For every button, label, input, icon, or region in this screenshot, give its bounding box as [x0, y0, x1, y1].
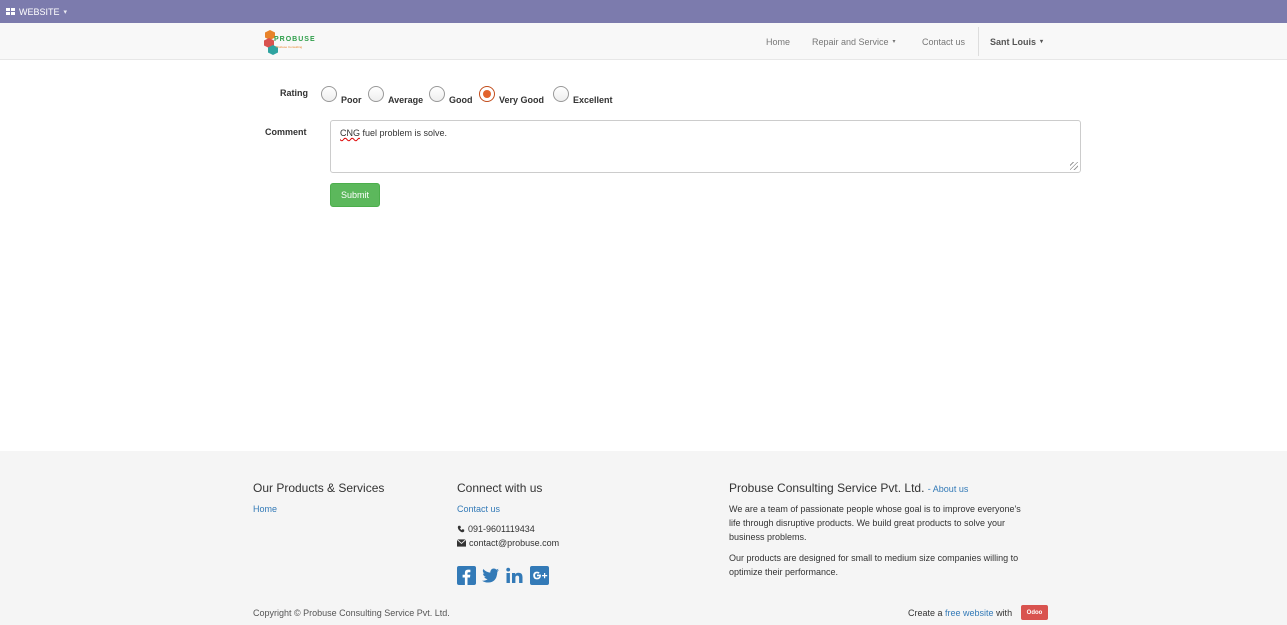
- chevron-down-icon: ▾: [63, 8, 68, 16]
- rating-radio-poor[interactable]: [321, 86, 337, 102]
- resize-handle-icon[interactable]: [1070, 162, 1078, 170]
- footer-about-line: optimize their performance.: [729, 567, 839, 577]
- linkedin-icon[interactable]: [505, 566, 524, 585]
- website-menu[interactable]: WEBSITE ▾: [0, 0, 1287, 23]
- google-plus-icon[interactable]: [530, 566, 549, 585]
- footer-phone: 091-9601119434: [457, 522, 535, 536]
- comment-label: Comment: [265, 127, 307, 137]
- footer-create-suffix: with: [993, 608, 1013, 618]
- footer-copyright: Copyright © Probuse Consulting Service P…: [253, 608, 450, 618]
- rating-label: Rating: [280, 88, 308, 98]
- navbar: PROBUSE Probuse Consulting Home Repair a…: [0, 23, 1287, 60]
- chevron-down-icon: ▾: [892, 39, 896, 45]
- footer-about-paragraph-2: Our products are designed for small to m…: [729, 551, 1018, 579]
- footer-about-paragraph-1: We are a team of passionate people whose…: [729, 502, 1021, 544]
- rating-option-excellent: Excellent: [573, 95, 613, 105]
- nav-contact-us[interactable]: Contact us: [922, 23, 965, 60]
- rating-radio-very-good[interactable]: [479, 86, 495, 102]
- odoo-badge[interactable]: Odoo: [1021, 605, 1048, 620]
- phone-icon: [457, 525, 465, 533]
- rating-radio-good[interactable]: [429, 86, 445, 102]
- comment-textarea[interactable]: CNG fuel problem is solve.: [330, 120, 1081, 173]
- footer-products-heading: Our Products & Services: [253, 481, 385, 495]
- nav-divider: [978, 27, 979, 56]
- rating-option-average: Average: [388, 95, 424, 105]
- footer-email-address: contact@probuse.com: [469, 538, 560, 548]
- probuse-logo[interactable]: PROBUSE Probuse Consulting: [262, 28, 322, 56]
- nav-repair-label: Repair and Service: [812, 36, 889, 47]
- footer-connect-heading: Connect with us: [457, 481, 543, 495]
- nav-contact-label: Contact us: [922, 36, 966, 47]
- submit-button[interactable]: Submit: [330, 183, 380, 207]
- logo-subtext: Probuse Consulting: [276, 45, 303, 49]
- footer-link-contact-us[interactable]: Contact us: [457, 504, 500, 514]
- footer-about-line: We are a team of passionate people whose…: [729, 504, 1021, 514]
- footer-link-free-website[interactable]: free website: [945, 608, 994, 618]
- footer-create-prefix: Create a: [908, 608, 946, 618]
- rating-radio-average[interactable]: [368, 86, 384, 102]
- rating-option-good: Good: [449, 95, 473, 105]
- footer-about-line: life through disruptive products. We bui…: [729, 518, 1005, 528]
- footer-company-heading: Probuse Consulting Service Pvt. Ltd. - A…: [729, 481, 968, 495]
- apps-grid-icon: [6, 8, 15, 15]
- nav-home-label: Home: [766, 36, 791, 47]
- footer-email: contact@probuse.com: [456, 536, 560, 550]
- rating-option-very-good: Very Good: [499, 95, 545, 105]
- website-menu-label: WEBSITE: [19, 6, 60, 17]
- twitter-icon[interactable]: [481, 566, 500, 585]
- user-name: Sant Louis: [990, 36, 1037, 47]
- rating-option-poor: Poor: [341, 95, 362, 105]
- chevron-down-icon: ▾: [1040, 39, 1044, 45]
- footer-link-about-us[interactable]: About us: [933, 484, 969, 494]
- envelope-icon: [456, 539, 467, 547]
- rating-radio-excellent[interactable]: [553, 86, 569, 102]
- footer-about-line: business problems.: [729, 532, 807, 542]
- footer-company-name: Probuse Consulting Service Pvt. Ltd.: [729, 481, 925, 495]
- facebook-icon[interactable]: [457, 566, 476, 585]
- comment-text-misspelled: CNG: [340, 128, 360, 138]
- comment-text: fuel problem is solve.: [360, 128, 448, 138]
- user-menu[interactable]: Sant Louis ▾: [990, 23, 1043, 60]
- footer-create-website: Create a free website with: [908, 606, 1012, 620]
- nav-home[interactable]: Home: [766, 23, 790, 60]
- nav-repair-and-service[interactable]: Repair and Service ▾: [812, 23, 896, 60]
- footer-about-line: Our products are designed for small to m…: [729, 553, 1019, 563]
- footer-phone-number: 091-9601119434: [468, 524, 535, 534]
- logo-text: PROBUSE: [274, 36, 316, 43]
- footer: [0, 451, 1287, 625]
- footer-link-home[interactable]: Home: [253, 504, 277, 514]
